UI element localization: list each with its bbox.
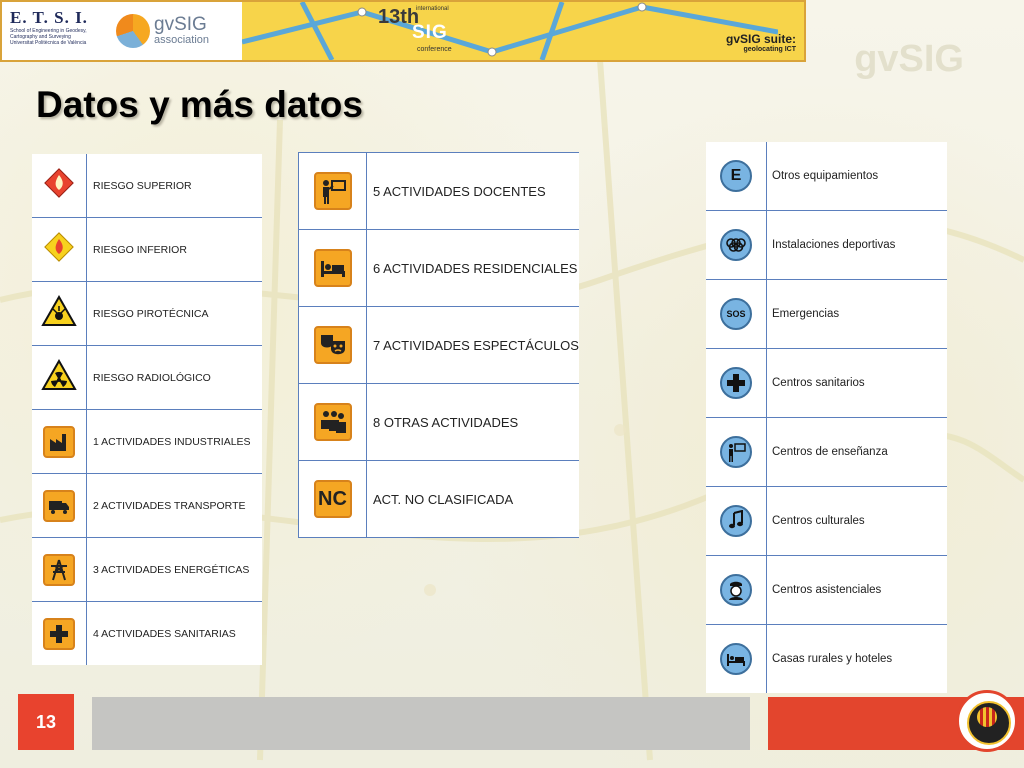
table-row: Casas rurales y hoteles — [706, 624, 947, 693]
teacher-board-icon — [313, 172, 352, 210]
list-item: 2 ACTIVIDADES TRANSPORTE — [86, 473, 262, 538]
table-row: Centros de enseñanza — [706, 417, 947, 487]
geolocating-label: geolocating ICT — [743, 46, 797, 53]
list-item: Emergencias — [766, 279, 947, 349]
list-item: Centros sanitarios — [766, 348, 947, 418]
slide-title: Datos y más datos — [36, 84, 363, 125]
table-row: Centros sanitarios — [706, 348, 947, 418]
gvsig-association-logo: gvSIG association — [112, 2, 242, 60]
fire-hazard-red-icon — [44, 168, 74, 198]
table-row: RIESGO SUPERIOR — [32, 154, 262, 218]
firefighters-badge-icon — [956, 690, 1018, 752]
table-row: Centros asistenciales — [706, 555, 947, 625]
list-item: RIESGO RADIOLÓGICO — [86, 345, 262, 410]
bed-icon — [313, 249, 352, 287]
list-item: Centros asistenciales — [766, 555, 947, 625]
table-row: 6 ACTIVIDADES RESIDENCIALES — [298, 229, 579, 307]
list-item: 4 ACTIVIDADES SANITARIAS — [86, 601, 262, 665]
page-number: 13 — [18, 694, 74, 750]
nurse-icon — [720, 574, 752, 606]
gvsig-swirl-icon — [116, 14, 150, 48]
list-item: 8 OTRAS ACTIVIDADES — [366, 383, 579, 461]
conference-intl: international — [416, 6, 449, 12]
table-row: NC ACT. NO CLASIFICADA — [298, 460, 579, 538]
list-item: 3 ACTIVIDADES ENERGÉTICAS — [86, 537, 262, 602]
risk-legend-table: RIESGO SUPERIOR RIESGO INFERIOR RIESGO P… — [32, 154, 262, 665]
factory-icon — [43, 425, 75, 458]
sos-icon: SOS — [720, 298, 752, 330]
medical-cross-icon — [43, 617, 75, 650]
conference-word: conference — [417, 46, 452, 53]
table-row: SOS Emergencias — [706, 279, 947, 349]
table-row: RIESGO PIROTÉCNICA — [32, 281, 262, 346]
gvsig-watermark: gvSIG — [854, 38, 964, 80]
power-tower-icon — [43, 553, 75, 586]
table-row: E Otros equipamientos — [706, 142, 947, 211]
theater-masks-icon — [313, 326, 352, 364]
table-row: Centros culturales — [706, 486, 947, 556]
etsi-line: Universitat Politècnica de València — [10, 40, 87, 46]
bed-icon — [720, 643, 752, 675]
letter-e-icon: E — [720, 160, 752, 192]
gvsig-wordmark: gvSIG — [154, 14, 207, 35]
table-row: 2 ACTIVIDADES TRANSPORTE — [32, 473, 262, 538]
list-item: 5 ACTIVIDADES DOCENTES — [373, 183, 546, 199]
table-row: 5 ACTIVIDADES DOCENTES — [298, 152, 580, 230]
footer-gray-bar — [92, 697, 750, 750]
table-row: RIESGO INFERIOR — [32, 217, 262, 282]
music-note-icon — [720, 505, 752, 537]
list-item: Centros de enseñanza — [766, 417, 947, 487]
conference-banner: E. T. S. I. School of Engineering in Geo… — [0, 0, 806, 62]
teacher-board-icon — [720, 436, 752, 468]
list-item: Instalaciones deportivas — [766, 210, 947, 280]
badge-stripe — [977, 707, 997, 727]
etsi-logo: E. T. S. I. School of Engineering in Geo… — [2, 2, 112, 60]
conference-graphic: 13th international SIG conference gvSIG … — [242, 2, 804, 60]
list-item: Casas rurales y hoteles — [766, 624, 947, 693]
table-row: Instalaciones deportivas — [706, 210, 947, 280]
list-item: Otros equipamientos — [772, 170, 879, 182]
people-group-icon — [313, 403, 352, 441]
table-row: 3 ACTIVIDADES ENERGÉTICAS — [32, 537, 262, 602]
table-row: 1 ACTIVIDADES INDUSTRIALES — [32, 409, 262, 474]
truck-icon — [43, 489, 75, 522]
table-row: 8 OTRAS ACTIVIDADES — [298, 383, 579, 461]
association-label: association — [154, 34, 210, 46]
table-row: 7 ACTIVIDADES ESPECTÁCULOS — [298, 306, 579, 384]
list-item: ACT. NO CLASIFICADA — [366, 460, 579, 538]
list-item: RIESGO PIROTÉCNICA — [86, 281, 262, 346]
explosive-warning-icon — [41, 294, 77, 326]
list-item: Centros culturales — [766, 486, 947, 556]
table-row: 4 ACTIVIDADES SANITARIAS — [32, 601, 262, 665]
medical-cross-icon — [720, 367, 752, 399]
table-row: RIESGO RADIOLÓGICO — [32, 345, 262, 410]
list-item: 1 ACTIVIDADES INDUSTRIALES — [86, 409, 262, 474]
activities-legend-table: 5 ACTIVIDADES DOCENTES 6 ACTIVIDADES RES… — [298, 152, 579, 538]
list-item: 6 ACTIVIDADES RESIDENCIALES — [366, 229, 579, 307]
radiation-warning-icon — [41, 358, 77, 390]
conference-sig: SIG — [412, 22, 448, 43]
etsi-wordmark: E. T. S. I. — [10, 8, 88, 27]
nc-icon: NC — [313, 480, 352, 518]
facilities-legend-table: E Otros equipamientos Instalaciones depo… — [706, 142, 947, 693]
olympic-rings-icon — [720, 229, 752, 261]
list-item: RIESGO SUPERIOR — [93, 179, 192, 192]
gvsig-suite-label: gvSIG suite: — [725, 32, 796, 46]
fire-hazard-yellow-icon — [44, 232, 74, 262]
list-item: 7 ACTIVIDADES ESPECTÁCULOS — [366, 306, 579, 384]
list-item: RIESGO INFERIOR — [86, 217, 262, 282]
